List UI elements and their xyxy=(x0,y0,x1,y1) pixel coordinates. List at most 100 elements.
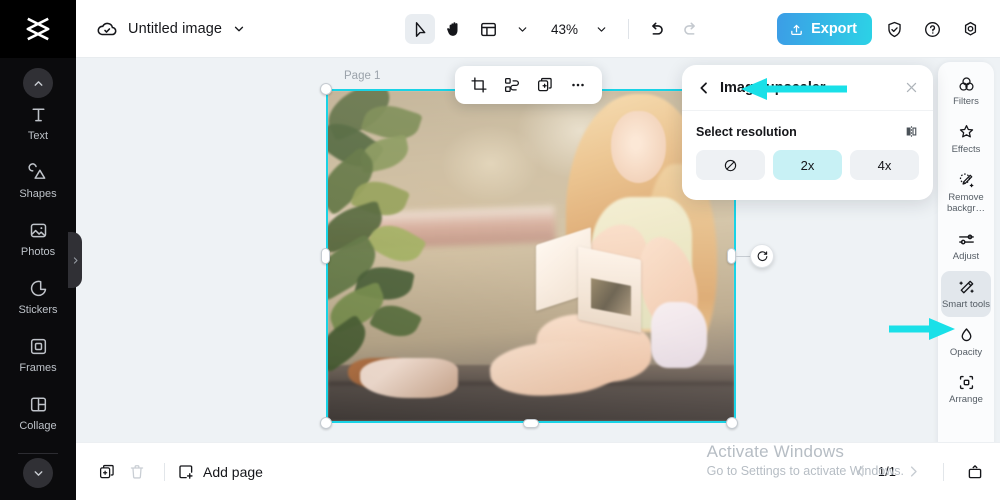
sidebar-scroll-up-button[interactable] xyxy=(23,68,53,98)
delete-page-button[interactable] xyxy=(122,457,152,487)
sidebar-collapse-handle[interactable] xyxy=(68,232,82,288)
resize-handle-bottom-left[interactable] xyxy=(320,417,332,429)
settings-button[interactable] xyxy=(954,13,986,45)
close-x-icon[interactable] xyxy=(904,80,919,95)
security-button[interactable] xyxy=(878,13,910,45)
toolbar-divider xyxy=(628,19,630,39)
add-page-button[interactable]: Add page xyxy=(177,463,263,481)
chevron-left-icon[interactable] xyxy=(696,80,712,96)
duplicate-page-icon xyxy=(99,464,114,478)
redo-icon xyxy=(683,22,695,35)
resolution-option-2x[interactable]: 2x xyxy=(773,150,842,180)
artboard-page-1[interactable] xyxy=(328,91,734,421)
photo-icon xyxy=(30,223,46,238)
sidebar-item-label: Shapes xyxy=(19,188,57,201)
resize-handle-bottom-right[interactable] xyxy=(726,417,738,429)
select-tool-button[interactable] xyxy=(405,14,435,44)
canvas-tools-group: 43% xyxy=(405,0,705,58)
sidebar-item-collage[interactable]: Collage xyxy=(3,394,73,432)
right-panel-item-label: Opacity xyxy=(949,346,983,358)
crop-icon xyxy=(471,77,487,93)
resize-handle-left-middle[interactable] xyxy=(321,248,330,264)
object-context-toolbar xyxy=(455,66,602,104)
right-panel-item-filters[interactable]: Filters xyxy=(941,68,991,114)
right-panel-item-smart-tools[interactable]: Smart tools xyxy=(941,270,991,317)
selected-image-object[interactable] xyxy=(328,91,734,421)
add-page-label: Add page xyxy=(203,463,263,480)
effects-star-icon xyxy=(959,124,973,138)
sidebar-item-label: Photos xyxy=(20,246,56,259)
cloud-saved-icon xyxy=(97,22,117,35)
crop-button[interactable] xyxy=(464,70,494,100)
resolution-option-none[interactable] xyxy=(696,150,765,180)
chevron-down-icon xyxy=(597,26,605,32)
layout-grid-icon xyxy=(480,22,496,36)
text-icon xyxy=(31,108,45,122)
rotate-handle[interactable] xyxy=(750,244,774,268)
sidebar-item-frames[interactable]: Frames xyxy=(3,336,73,374)
right-panel-item-remove-background[interactable]: Remove backgr… xyxy=(941,164,991,221)
resolution-option-4x[interactable]: 4x xyxy=(850,150,919,180)
layout-tool-button[interactable] xyxy=(473,14,503,44)
right-panel-item-adjust[interactable]: Adjust xyxy=(941,223,991,269)
sidebar-item-label: Stickers xyxy=(18,304,58,317)
opacity-drop-icon xyxy=(961,327,971,341)
resize-handle-top-left[interactable] xyxy=(320,83,332,95)
export-label: Export xyxy=(811,21,857,37)
chevron-down-icon xyxy=(518,26,526,32)
right-panel-item-label: Effects xyxy=(951,143,981,155)
sidebar-item-stickers[interactable]: Stickers xyxy=(3,278,73,316)
help-button[interactable] xyxy=(916,13,948,45)
hand-tool-button[interactable] xyxy=(439,14,469,44)
upscaler-body: Select resolution 2x 4x xyxy=(682,111,933,180)
page-label: Page 1 xyxy=(344,70,381,82)
more-options-button[interactable] xyxy=(563,70,593,100)
compare-split-icon[interactable] xyxy=(904,124,919,139)
present-screen-icon[interactable] xyxy=(966,463,984,481)
resize-handle-right-middle[interactable] xyxy=(727,248,736,264)
bottom-page-toolbar: Add page 1/1 xyxy=(76,442,1000,500)
sidebar-scroll-down-button[interactable] xyxy=(23,458,53,488)
right-panel-item-label: Adjust xyxy=(952,250,980,262)
page-indicator: 1/1 xyxy=(877,464,896,479)
sidebar-item-photos[interactable]: Photos xyxy=(3,220,73,258)
right-panel-item-arrange[interactable]: Arrange xyxy=(941,366,991,412)
duplicate-page-button[interactable] xyxy=(92,457,122,487)
pager-divider xyxy=(943,462,944,481)
rotate-icon xyxy=(757,250,767,261)
sidebar-item-label: Text xyxy=(27,130,49,142)
chevron-right-icon xyxy=(73,256,77,264)
document-title-group[interactable]: Untitled image xyxy=(96,18,246,40)
right-panel-item-opacity[interactable]: Opacity xyxy=(941,319,991,365)
undo-button[interactable] xyxy=(641,14,671,44)
sidebar-item-text[interactable]: Text xyxy=(3,104,73,142)
upscaler-title: Image upscaler xyxy=(720,79,826,96)
top-right-actions: Export xyxy=(777,0,986,58)
canvas-workspace[interactable]: Page 1 Image upscaler Select resolution … xyxy=(76,58,1000,442)
transform-button[interactable] xyxy=(497,70,527,100)
right-panel-item-effects[interactable]: Effects xyxy=(941,116,991,162)
right-panel-item-label: Smart tools xyxy=(941,298,991,310)
duplicate-object-button[interactable] xyxy=(530,70,560,100)
export-button[interactable]: Export xyxy=(777,13,872,45)
sidebar-item-shapes[interactable]: Shapes xyxy=(3,162,73,200)
remove-background-icon xyxy=(959,173,973,188)
duplicate-plus-icon xyxy=(537,77,552,92)
filters-circles-icon xyxy=(958,77,974,91)
chevron-down-icon[interactable] xyxy=(232,22,246,36)
prev-page-icon[interactable] xyxy=(853,464,868,479)
shield-check-icon xyxy=(887,21,901,37)
app-logo[interactable] xyxy=(0,0,76,58)
layout-dropdown-button[interactable] xyxy=(507,14,537,44)
sidebar-item-label: Frames xyxy=(19,362,57,375)
add-square-icon xyxy=(179,464,193,479)
right-panel-item-label: Arrange xyxy=(949,394,983,406)
resize-handle-bottom-middle[interactable] xyxy=(523,419,539,428)
adjust-sliders-icon xyxy=(958,234,974,245)
redo-button[interactable] xyxy=(675,14,705,44)
right-panel-item-label: Remove backgr… xyxy=(946,191,985,214)
next-page-icon[interactable] xyxy=(906,464,921,479)
resolution-row: Select resolution xyxy=(696,124,919,139)
zoom-dropdown-button[interactable] xyxy=(586,14,616,44)
chevron-up-icon xyxy=(34,80,42,86)
